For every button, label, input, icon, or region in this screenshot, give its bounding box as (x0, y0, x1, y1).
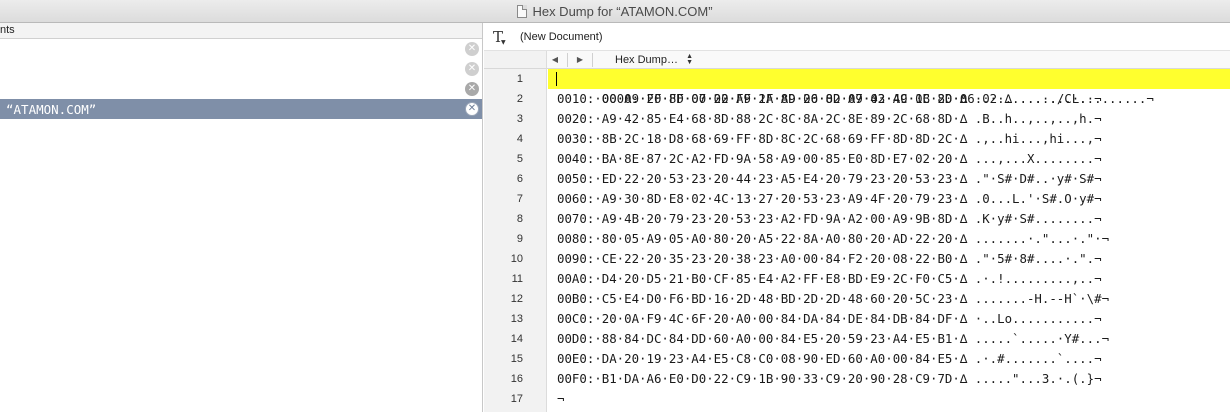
list-header: nts (0, 23, 482, 39)
editor-pane: T ▼ (New Document) ◀ ▶ Hex Dump… ▲ ▼ 1 2 3… (484, 23, 1230, 412)
line-number: 10 (510, 253, 523, 265)
code-line[interactable]: 0050:·ED·22·20·53·23·20·44·23·A5·E4·20·7… (548, 169, 1230, 189)
divider (567, 52, 568, 67)
code-line[interactable]: 0080:·80·05·A9·05·A0·80·20·A5·22·8A·A0·8… (548, 229, 1230, 249)
document-header: T ▼ (New Document) (484, 23, 1230, 51)
mode-popup[interactable]: Hex Dump… ▲ ▼ (597, 52, 695, 67)
code-line[interactable]: 00D0:·88·84·DC·84·DD·60·A0·00·84·E5·20·5… (548, 329, 1230, 349)
window-title-group: Hex Dump for “ATAMON.COM” (517, 3, 713, 19)
document-list-pane: nts ✕ ✕ ✕ “ATAMON.COM” ✕ (0, 23, 483, 412)
gutter-header (484, 51, 547, 69)
document-icon (517, 4, 528, 18)
line-number: 11 (511, 273, 523, 285)
text-cursor (556, 72, 557, 86)
code-line[interactable]: 00E0:·DA·20·19·23·A4·E5·C8·C0·08·90·ED·6… (548, 349, 1230, 369)
list-item-selected[interactable]: “ATAMON.COM” ✕ (0, 99, 482, 119)
back-arrow-icon[interactable]: ◀ (547, 55, 563, 64)
window-title: Hex Dump for “ATAMON.COM” (532, 3, 713, 19)
code-line[interactable]: 0090:·CE·22·20·35·23·20·38·23·A0·00·84·F… (548, 249, 1230, 269)
line-number: 2 (516, 93, 523, 105)
line-number: 14 (510, 333, 523, 345)
code-line[interactable]: ¬ (548, 389, 1230, 409)
line-number: 5 (516, 153, 523, 165)
code-line[interactable]: 0060:·A9·30·8D·E8·02·4C·13·27·20·53·23·A… (548, 189, 1230, 209)
list-item[interactable]: ✕ (0, 59, 482, 79)
code-line[interactable]: 00A0:·D4·20·D5·21·B0·CF·85·E4·A2·FF·E8·B… (548, 269, 1230, 289)
line-number: 9 (516, 233, 523, 245)
list-item-label: “ATAMON.COM” (6, 101, 97, 117)
list-item[interactable]: ✕ (0, 79, 482, 99)
code-line[interactable]: 0030:·8B·2C·18·D8·68·69·FF·8D·8C·2C·68·6… (548, 129, 1230, 149)
line-number: 8 (516, 213, 523, 225)
hex-dump-text-area[interactable]: 0000:·FF·FF·00·20·FF·2F·A9·20·8D·07·02·A… (548, 69, 1230, 412)
divider (592, 52, 593, 67)
forward-arrow-icon[interactable]: ▶ (572, 55, 588, 64)
mode-popup-label: Hex Dump… (615, 53, 678, 66)
window-titlebar: Hex Dump for “ATAMON.COM” (0, 0, 1230, 23)
line-number: 4 (516, 133, 523, 145)
line-number: 6 (516, 173, 523, 185)
code-line[interactable]: 00C0:·20·0A·F9·4C·6F·20·A0·00·84·DA·84·D… (548, 309, 1230, 329)
list-header-label: nts (0, 24, 15, 36)
close-icon[interactable]: ✕ (465, 102, 479, 116)
close-icon[interactable]: ✕ (465, 82, 479, 96)
code-line[interactable]: 0070:·A9·4B·20·79·23·20·53·23·A2·FD·9A·A… (548, 209, 1230, 229)
code-line[interactable]: 0040:·BA·8E·87·2C·A2·FD·9A·58·A9·00·85·E… (548, 149, 1230, 169)
line-number: 7 (516, 193, 523, 205)
line-number: 1 (516, 73, 523, 85)
list-item[interactable]: ✕ (0, 39, 482, 59)
line-number: 3 (516, 113, 523, 125)
code-line[interactable]: 0010:·00·A9·20·8D·07·02·A9·1A·8D·06·02·A… (548, 89, 1230, 109)
line-number: 16 (510, 373, 523, 385)
updown-arrows-icon: ▲ ▼ (686, 52, 693, 66)
navigation-bar: ◀ ▶ Hex Dump… ▲ ▼ (547, 51, 1230, 69)
line-number-gutter: 1 2 3 4 5 6 7 8 9 10 11 12 13 14 15 16 1… (484, 69, 547, 412)
code-line-highlighted[interactable]: 0000:·FF·FF·00·20·FF·2F·A9·20·8D·07·02·A… (548, 69, 1230, 106)
line-number: 12 (510, 293, 523, 305)
line-number: 15 (510, 353, 523, 365)
close-icon[interactable]: ✕ (465, 42, 479, 56)
document-name: (New Document) (520, 30, 603, 43)
code-line[interactable]: 00B0:·C5·E4·D0·F6·BD·16·2D·48·BD·2D·2D·4… (548, 289, 1230, 309)
code-line[interactable]: 00F0:·B1·DA·A6·E0·D0·22·C9·1B·90·33·C9·2… (548, 369, 1230, 389)
code-line[interactable]: 0020:·A9·42·85·E4·68·8D·88·2C·8C·8A·2C·8… (548, 109, 1230, 129)
text-format-icon[interactable]: T ▼ (484, 28, 512, 46)
line-number: 13 (510, 313, 523, 325)
close-icon[interactable]: ✕ (465, 62, 479, 76)
line-number: 17 (510, 393, 523, 405)
